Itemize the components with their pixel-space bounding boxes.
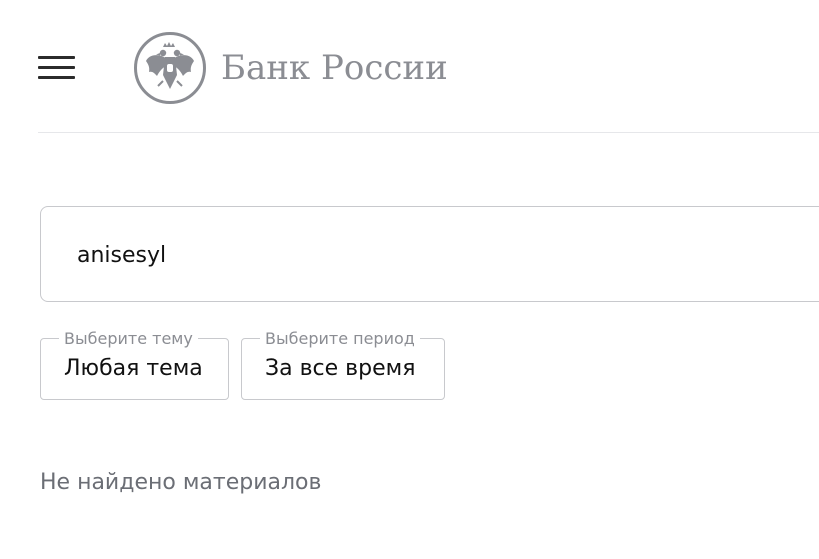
eagle-emblem-icon bbox=[134, 32, 206, 104]
theme-select-label: Выберите тему bbox=[59, 329, 198, 348]
period-select-value: За все время bbox=[265, 356, 416, 381]
menu-line bbox=[38, 66, 75, 69]
header-divider bbox=[38, 132, 819, 133]
search-box[interactable] bbox=[40, 206, 819, 302]
menu-line bbox=[38, 56, 75, 59]
search-input[interactable] bbox=[77, 237, 777, 273]
theme-select-value: Любая тема bbox=[64, 356, 203, 381]
no-results-message: Не найдено материалов bbox=[40, 470, 322, 495]
theme-select[interactable]: Выберите тему Любая тема bbox=[40, 329, 229, 400]
menu-line bbox=[38, 76, 75, 79]
bank-logo[interactable]: Банк России bbox=[133, 31, 448, 105]
site-header: Банк России bbox=[0, 0, 819, 134]
period-select[interactable]: Выберите период За все время bbox=[241, 329, 445, 400]
period-select-label: Выберите период bbox=[260, 329, 420, 348]
logo-text: Банк России bbox=[221, 48, 448, 88]
hamburger-menu-icon[interactable] bbox=[38, 56, 75, 80]
